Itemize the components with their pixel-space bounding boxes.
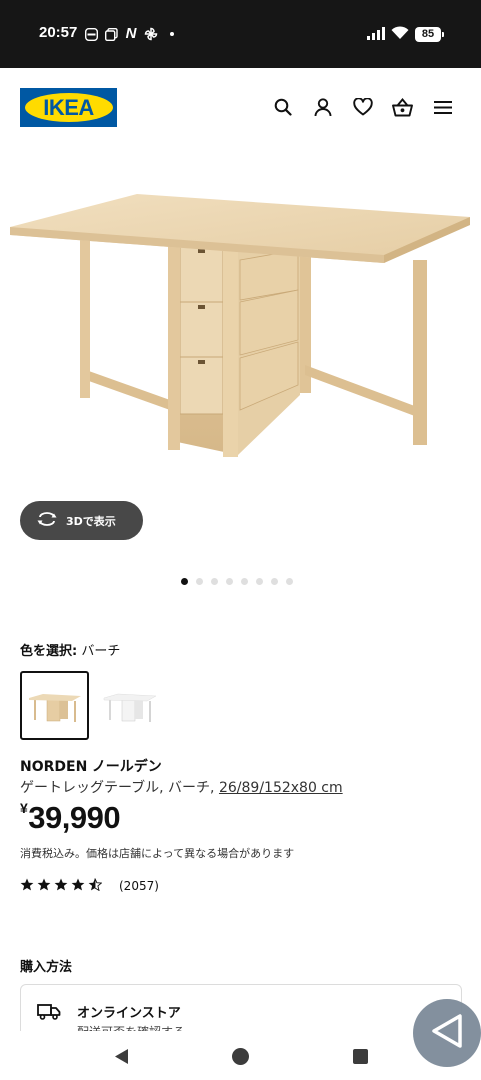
back-triangle-icon [430, 1013, 464, 1053]
heart-icon[interactable] [352, 96, 373, 118]
carousel-dot[interactable] [241, 578, 248, 585]
notification-icons: N [84, 25, 174, 43]
purchase-section-title: 購入方法 [20, 960, 73, 975]
signal-icon [367, 25, 385, 44]
storage-icon [84, 27, 98, 41]
pinwheel-icon [144, 27, 158, 41]
color-select-value: バーチ [81, 644, 121, 659]
status-time: 20:57 [39, 24, 78, 41]
rotate-icon [37, 512, 57, 529]
carousel-indicators [181, 578, 293, 585]
online-store-title: オンラインストア [77, 1006, 181, 1021]
product-name: NORDEN ノールデン [20, 756, 162, 776]
cart-icon[interactable] [392, 96, 413, 118]
carousel-dot[interactable] [181, 578, 188, 585]
product-name-jp: ノールデン [91, 759, 162, 775]
carousel-dot[interactable] [286, 578, 293, 585]
half-star-icon [88, 876, 103, 895]
view-3d-label: 3Dで表示 [66, 514, 116, 528]
view-3d-button[interactable]: 3Dで表示 [20, 501, 143, 540]
truck-icon [37, 1003, 61, 1024]
system-icons: 85 [367, 25, 444, 44]
account-icon[interactable] [312, 96, 333, 118]
netflix-icon: N [125, 25, 137, 42]
site-header: IKEA [0, 68, 481, 148]
nav-recents-icon[interactable] [353, 1049, 368, 1064]
carousel-dot[interactable] [211, 578, 218, 585]
carousel-dot[interactable] [271, 578, 278, 585]
header-actions [272, 96, 453, 118]
price-value: 39,990 [28, 800, 121, 835]
product-description-text: ゲートレッグテーブル, バーチ, [20, 780, 219, 796]
price-currency: ¥ [20, 800, 28, 816]
system-nav-bar [0, 1031, 481, 1080]
floating-back-button[interactable] [413, 999, 481, 1067]
star-icon [71, 876, 85, 895]
product-description: ゲートレッグテーブル, バーチ, 26/89/152x80 cm [20, 777, 343, 797]
color-select-title: 色を選択: [20, 644, 78, 659]
copy-icon [104, 27, 118, 41]
swatch-white[interactable] [95, 671, 164, 740]
review-count: (2057) [119, 878, 159, 893]
carousel-dot[interactable] [196, 578, 203, 585]
product-name-en: NORDEN [20, 759, 88, 775]
logo-oval: IKEA [24, 93, 113, 122]
nav-back-icon[interactable] [114, 1048, 129, 1069]
more-notifications-dot [170, 32, 174, 36]
star-icon [54, 876, 68, 895]
ikea-logo[interactable]: IKEA [20, 88, 117, 127]
star-icon [20, 876, 34, 895]
product-price: ¥39,990 [20, 800, 121, 836]
product-dimensions-link[interactable]: 26/89/152x80 cm [219, 780, 343, 796]
swatch-birch[interactable] [20, 671, 89, 740]
star-icon [37, 876, 51, 895]
tax-note: 消費税込み。価格は店舗によって異なる場合があります [20, 847, 295, 860]
rating[interactable]: (2057) [20, 876, 159, 895]
status-bar: 20:57 N 85 [0, 0, 481, 68]
logo-text: IKEA [43, 94, 94, 120]
menu-icon[interactable] [432, 96, 453, 118]
nav-home-icon[interactable] [232, 1048, 249, 1065]
carousel-dot[interactable] [226, 578, 233, 585]
search-icon[interactable] [272, 96, 293, 118]
color-select-label: 色を選択: バーチ [20, 640, 120, 659]
battery-icon: 85 [415, 27, 444, 42]
wifi-icon [391, 25, 409, 44]
carousel-dot[interactable] [256, 578, 263, 585]
